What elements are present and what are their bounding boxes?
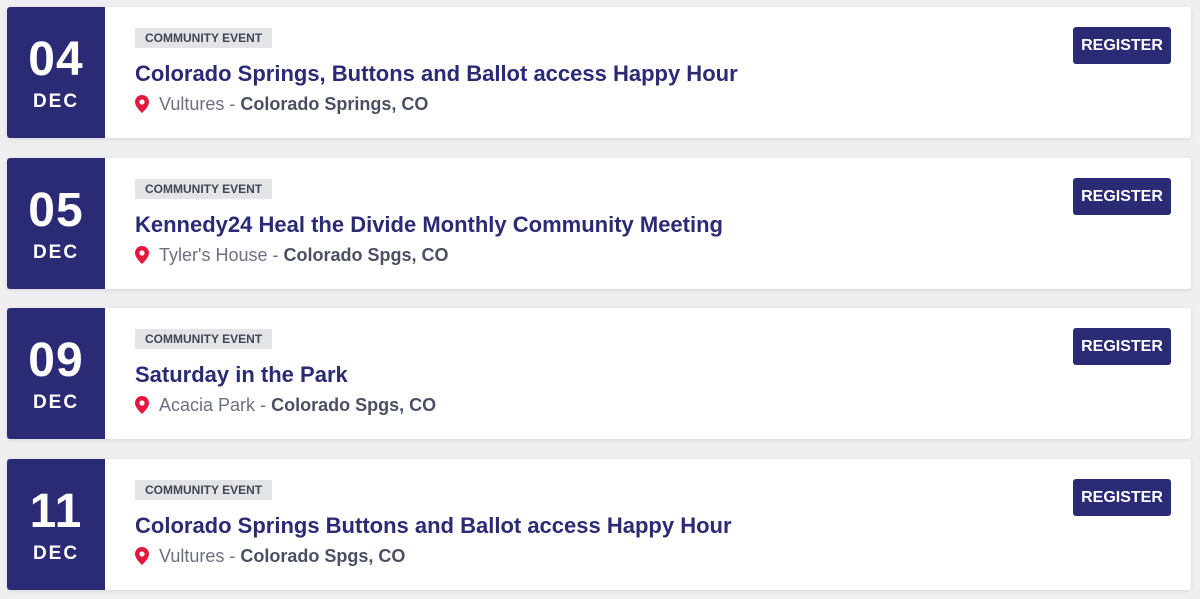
event-title[interactable]: Colorado Springs Buttons and Ballot acce… [135,512,732,540]
event-city: Colorado Spgs, CO [271,395,437,415]
date-block: 11 DEC [7,459,105,590]
date-block: 05 DEC [7,158,105,289]
map-pin-icon [135,547,149,565]
event-card: 05 DEC COMMUNITY EVENT Kennedy24 Heal th… [7,158,1191,289]
event-type-badge: COMMUNITY EVENT [135,480,273,500]
event-day: 11 [29,485,83,538]
event-month: DEC [32,392,80,413]
date-block: 09 DEC [7,308,105,439]
location-separator: - [260,395,267,415]
event-type-badge: COMMUNITY EVENT [135,28,273,48]
location-separator: - [272,245,279,265]
event-day: 04 [28,33,84,86]
event-card: 04 DEC COMMUNITY EVENT Colorado Springs,… [7,7,1191,138]
register-button[interactable]: REGISTER [1073,27,1171,64]
register-button[interactable]: REGISTER [1073,178,1171,215]
event-card: 09 DEC COMMUNITY EVENT Saturday in the P… [7,308,1191,439]
event-city: Colorado Spgs, CO [240,546,406,566]
event-card: 11 DEC COMMUNITY EVENT Colorado Springs … [7,459,1191,590]
event-type-badge: COMMUNITY EVENT [135,329,273,349]
location-separator: - [229,94,236,114]
event-location: Acacia Park - Colorado Spgs, CO [135,394,436,416]
event-title[interactable]: Saturday in the Park [135,361,348,389]
event-month: DEC [32,242,80,263]
event-month: DEC [32,91,80,112]
event-venue: Vultures [159,94,225,114]
event-location: Vultures - Colorado Springs, CO [135,93,428,115]
map-pin-icon [135,396,149,414]
date-block: 04 DEC [7,7,105,138]
event-city: Colorado Spgs, CO [283,245,449,265]
register-button[interactable]: REGISTER [1073,328,1171,365]
event-location: Tyler's House - Colorado Spgs, CO [135,244,449,266]
event-title[interactable]: Kennedy24 Heal the Divide Monthly Commun… [135,211,723,239]
event-city: Colorado Springs, CO [240,94,429,114]
event-location: Vultures - Colorado Spgs, CO [135,545,405,567]
map-pin-icon [135,95,149,113]
event-venue: Tyler's House [159,245,268,265]
event-day: 09 [28,334,84,387]
event-venue: Vultures [159,546,225,566]
event-day: 05 [28,184,84,237]
register-button[interactable]: REGISTER [1073,479,1171,516]
event-venue: Acacia Park [159,395,256,415]
event-type-badge: COMMUNITY EVENT [135,179,273,199]
event-month: DEC [32,543,80,564]
event-title[interactable]: Colorado Springs, Buttons and Ballot acc… [135,60,738,88]
map-pin-icon [135,246,149,264]
location-separator: - [229,546,236,566]
event-list: 04 DEC COMMUNITY EVENT Colorado Springs,… [0,0,1200,599]
